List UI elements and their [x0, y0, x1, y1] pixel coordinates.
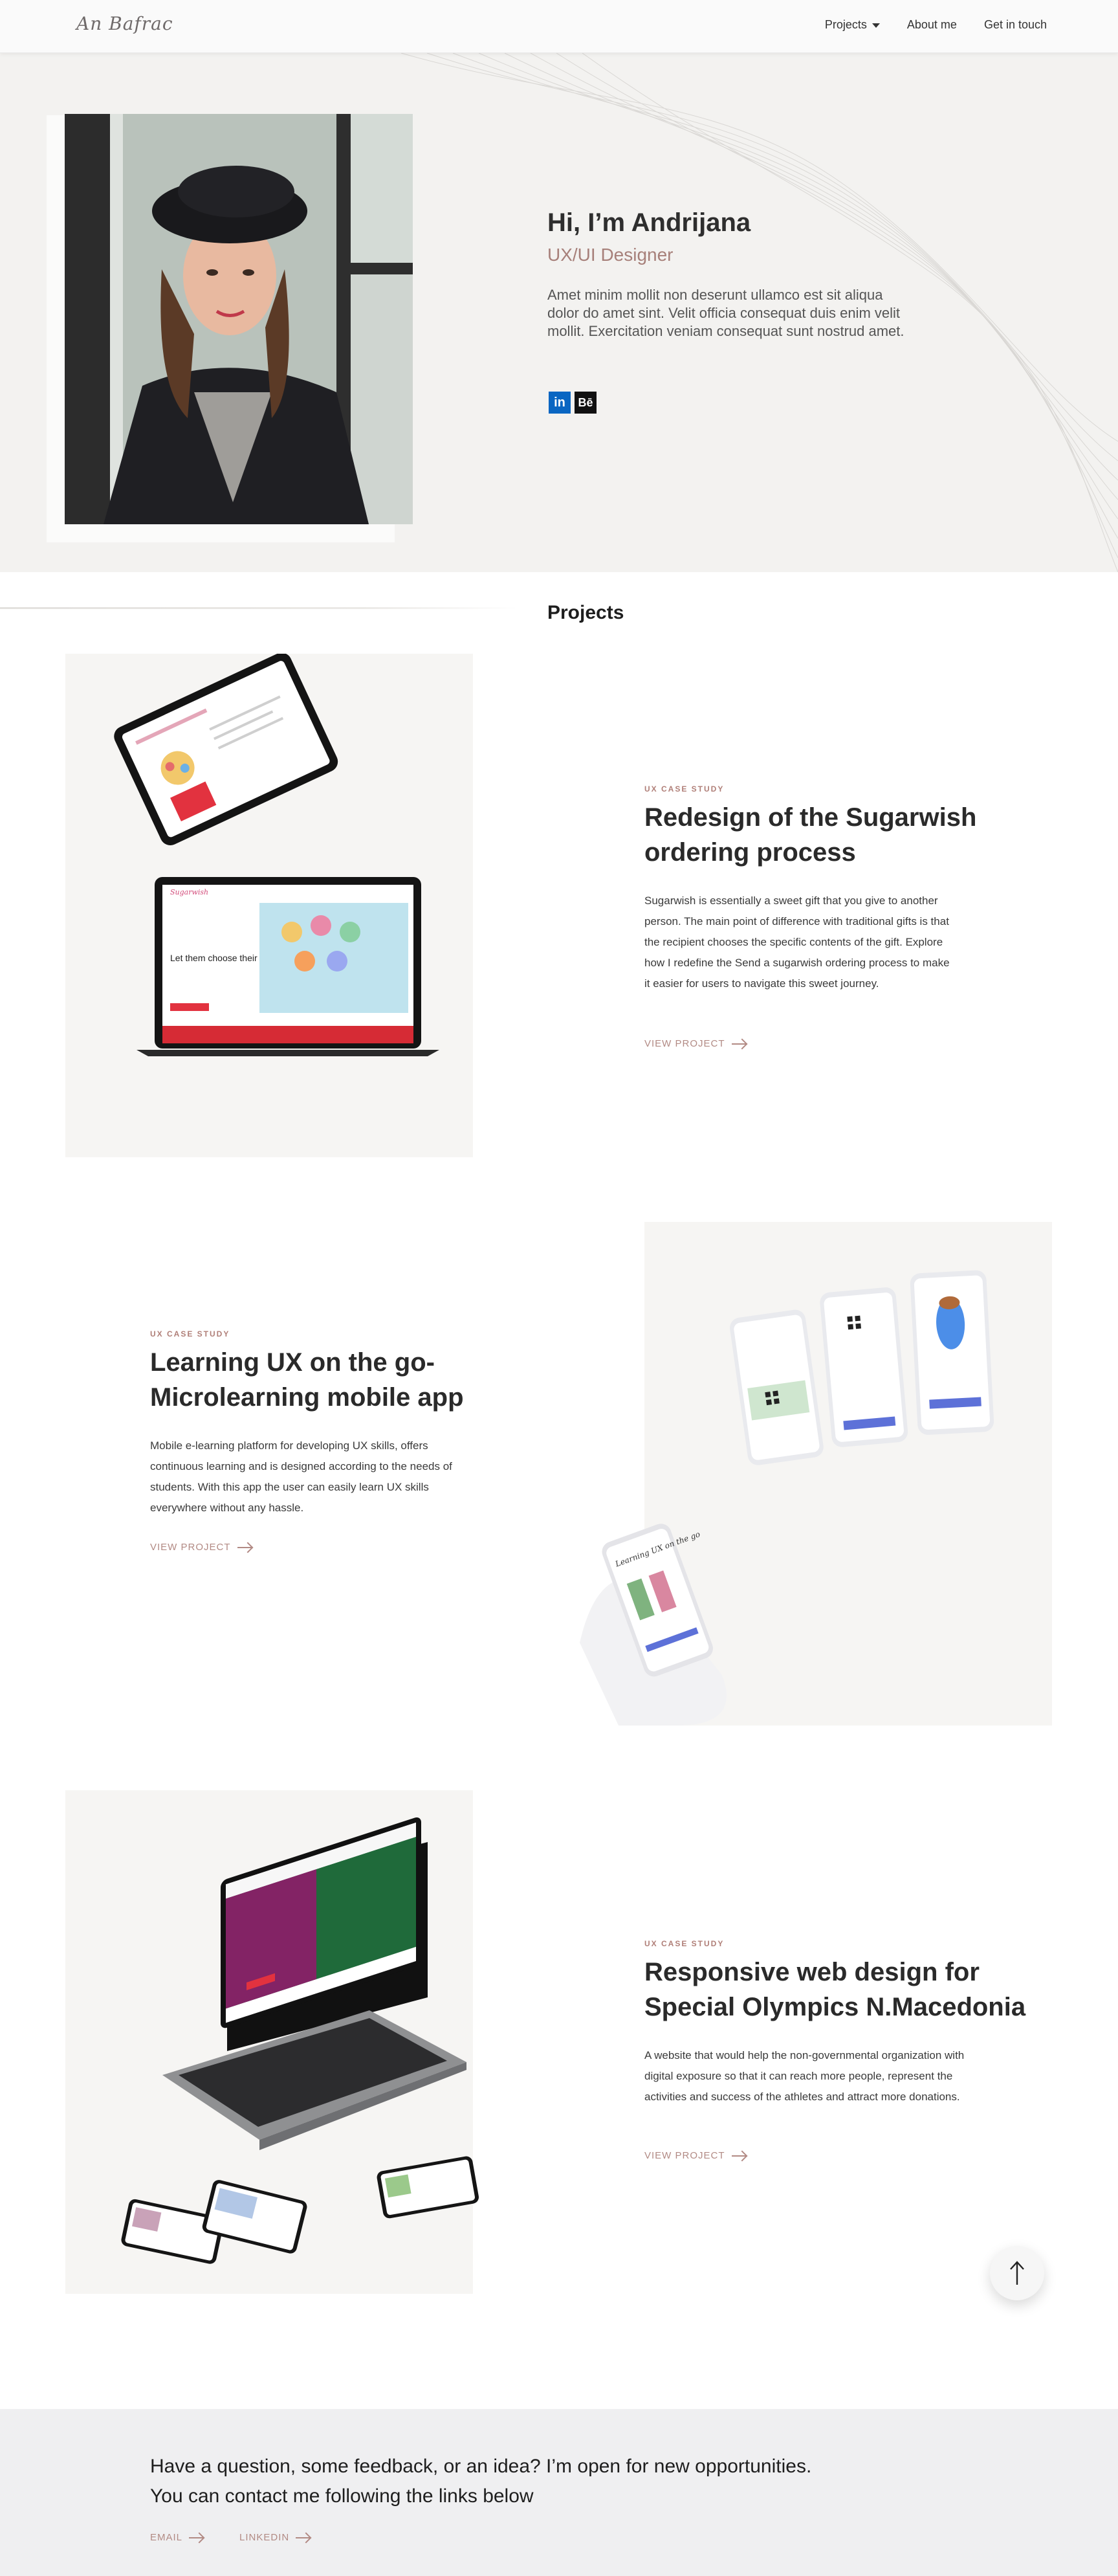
project-1-title: Redesign of the Sugarwish ordering proce… [644, 803, 977, 867]
project-1-description: Sugarwish is essentially a sweet gift th… [644, 894, 950, 990]
project-2-title: Learning UX on the go- Microlearning mob… [150, 1348, 464, 1412]
linkedin-icon[interactable]: in [549, 392, 571, 414]
project-3-eyebrow: UX CASE STUDY [644, 1939, 725, 1948]
arrow-right-icon [731, 2155, 746, 2157]
microlearning-phones-mockup: Learning UX on the go [580, 1270, 994, 1726]
arrow-right-icon [731, 1043, 746, 1045]
project-1-eyebrow: UX CASE STUDY [644, 784, 725, 794]
nav-about-me[interactable]: About me [907, 18, 957, 32]
nav-links: Projects About me Get in touch [825, 18, 1047, 32]
view-project-label: VIEW PROJECT [644, 2150, 725, 2161]
arrow-right-icon [237, 1546, 252, 1548]
section-divider [0, 607, 518, 609]
project-2-view-link[interactable]: VIEW PROJECT [150, 1542, 252, 1553]
scroll-to-top-button[interactable] [990, 2246, 1044, 2300]
project-1-image[interactable]: Sugarwish Let them choose their favorite… [65, 654, 473, 1157]
project-1-view-link[interactable]: VIEW PROJECT [644, 1038, 746, 1049]
project-3-view-link[interactable]: VIEW PROJECT [644, 2150, 746, 2161]
nav-get-in-touch[interactable]: Get in touch [984, 18, 1047, 32]
linkedin-link[interactable]: LINKEDIN [239, 2532, 311, 2543]
profile-photo [65, 114, 413, 524]
site-logo[interactable]: An Bafrac [76, 13, 173, 34]
footer-contact: Have a question, some feedback, or an id… [0, 2409, 1118, 2576]
footer-text-line-2: You can contact me following the links b… [150, 2485, 534, 2507]
portrait-illustration [65, 114, 413, 524]
behance-icon[interactable]: Bē [575, 392, 597, 414]
project-3-title: Responsive web design for Special Olympi… [644, 1958, 1026, 2021]
email-link[interactable]: EMAIL [150, 2532, 204, 2543]
mockup-brand: Sugarwish [170, 888, 208, 896]
arrow-right-icon [296, 2537, 311, 2538]
email-label: EMAIL [150, 2532, 183, 2543]
projects-heading: Projects [547, 602, 624, 623]
hero-intro-text: Amet minim mollit non deserunt ullamco e… [547, 287, 904, 339]
top-nav: An Bafrac Projects About me Get in touch [0, 0, 1118, 53]
view-project-label: VIEW PROJECT [150, 1542, 231, 1553]
view-project-label: VIEW PROJECT [644, 1038, 725, 1049]
hero-title: Hi, I’m Andrijana [547, 208, 751, 237]
nav-projects[interactable]: Projects [825, 18, 880, 32]
footer-links: EMAIL LINKEDIN [150, 2532, 311, 2543]
chevron-down-icon [871, 23, 880, 28]
project-2-description: Mobile e-learning platform for developin… [150, 1439, 452, 1514]
special-olympics-devices-mockup [121, 1817, 479, 2264]
arrow-right-icon [189, 2537, 204, 2538]
hero-role: UX/UI Designer [547, 245, 674, 265]
hero-section: Hi, I’m Andrijana UX/UI Designer Amet mi… [0, 53, 1118, 572]
linkedin-label: LINKEDIN [239, 2532, 290, 2543]
footer-text-line-1: Have a question, some feedback, or an id… [150, 2456, 812, 2477]
project-3-image[interactable] [65, 1790, 479, 2294]
social-links: in Bē [549, 392, 597, 414]
sugarwish-devices-mockup: Sugarwish Let them choose their favorite… [114, 654, 439, 1056]
project-2-image[interactable]: Learning UX on the go [580, 1222, 1052, 1726]
nav-projects-label: Projects [824, 18, 867, 31]
project-2-eyebrow: UX CASE STUDY [150, 1329, 230, 1338]
arrow-up-icon [1010, 2261, 1024, 2285]
project-3-description: A website that would help the non-govern… [644, 2049, 965, 2103]
